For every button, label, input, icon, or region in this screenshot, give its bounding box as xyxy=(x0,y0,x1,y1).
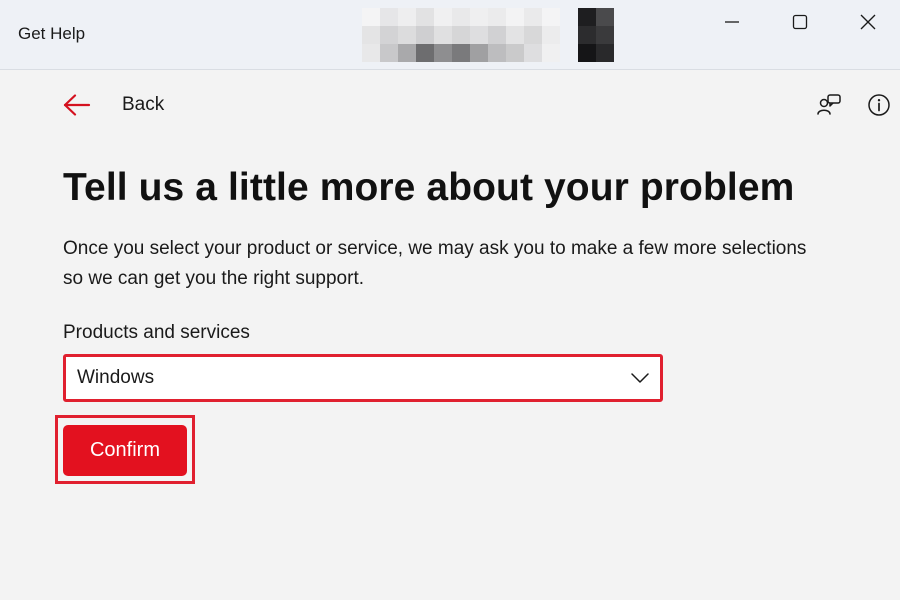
redacted-area-dark xyxy=(578,8,614,62)
maximize-button[interactable] xyxy=(766,0,834,44)
close-button[interactable] xyxy=(834,0,900,44)
back-button[interactable]: Back xyxy=(60,86,164,124)
back-label: Back xyxy=(122,94,165,115)
info-icon[interactable] xyxy=(864,90,894,120)
app-title: Get Help xyxy=(18,24,86,43)
feedback-icon[interactable] xyxy=(814,90,844,120)
confirm-button[interactable]: Confirm xyxy=(63,425,187,476)
products-dropdown[interactable]: Windows xyxy=(63,354,663,402)
arrow-left-icon xyxy=(60,88,94,122)
chevron-down-icon xyxy=(630,369,650,387)
redacted-area xyxy=(362,8,560,62)
products-selected-value: Windows xyxy=(77,367,155,388)
minimize-icon xyxy=(725,21,739,23)
page-title: Tell us a little more about your problem xyxy=(63,166,795,209)
close-icon xyxy=(860,14,876,30)
page-description: Once you select your product or service,… xyxy=(63,238,807,289)
products-label: Products and services xyxy=(63,322,250,343)
minimize-button[interactable] xyxy=(698,0,766,44)
title-bar: Get Help xyxy=(0,0,900,70)
maximize-icon xyxy=(792,14,808,30)
